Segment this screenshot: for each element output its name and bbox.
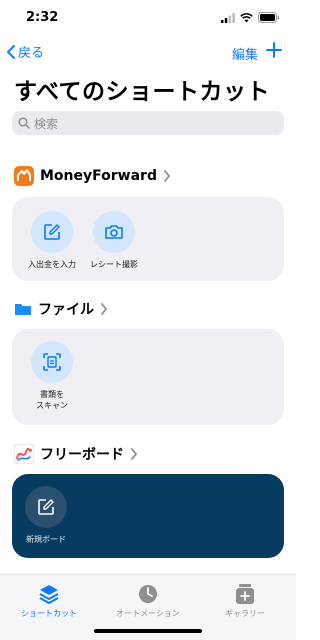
section-title: MoneyForward — [40, 168, 157, 184]
tab-label: ギャラリー — [225, 609, 265, 618]
tab-shortcuts[interactable]: ショートカット — [4, 583, 94, 619]
chevron-right-icon — [164, 170, 171, 182]
chevron-right-icon — [101, 303, 108, 315]
shortcut-card-moneyforward: 入出金を入力 レシート撮影 — [12, 197, 284, 281]
tile-label: 書類を スキャン — [36, 389, 68, 411]
chevron-right-icon — [131, 448, 138, 460]
section-header-files[interactable]: ファイル — [14, 299, 108, 319]
camera-icon — [105, 225, 123, 239]
tab-label: オートメーション — [116, 609, 180, 618]
wifi-icon — [240, 12, 253, 22]
battery-icon — [258, 12, 279, 23]
tile-label-line2: スキャン — [36, 401, 68, 410]
navigation-bar: 戻る 編集 — [0, 40, 296, 66]
status-time: 2:32 — [26, 10, 59, 25]
search-field[interactable]: 検索 — [12, 111, 284, 135]
tile-label: 入出金を入力 — [28, 260, 76, 269]
layers-icon — [39, 585, 59, 604]
moneyforward-app-icon — [14, 166, 34, 186]
shortcut-card-files: 書類を スキャン — [12, 329, 284, 425]
tile-icon-circle — [93, 211, 135, 253]
tab-label: ショートカット — [21, 609, 77, 618]
chevron-left-icon — [7, 44, 15, 59]
compose-icon — [38, 499, 54, 515]
freeform-app-icon — [14, 444, 34, 464]
document-scan-icon — [43, 353, 61, 371]
tile-icon-circle — [31, 341, 73, 383]
page-title: すべてのショートカット — [14, 79, 270, 105]
back-button[interactable]: 戻る — [6, 42, 44, 61]
status-bar: 2:32 — [0, 0, 296, 34]
shortcut-tile[interactable]: レシート撮影 — [82, 211, 146, 270]
cellular-signal-icon — [221, 12, 235, 23]
tile-label: 新規ボード — [26, 535, 66, 544]
tile-label: レシート撮影 — [90, 260, 138, 269]
section-header-freeform[interactable]: フリーボード — [14, 444, 138, 464]
tab-automation[interactable]: オートメーション — [103, 583, 193, 619]
clock-check-icon — [139, 585, 157, 603]
home-indicator — [94, 629, 202, 633]
section-title: フリーボード — [40, 447, 124, 463]
shortcut-tile[interactable]: 新規ボード — [14, 486, 78, 545]
tile-icon-circle — [31, 211, 73, 253]
shortcut-tile[interactable]: 書類を スキャン — [20, 341, 84, 411]
tile-label-line1: 書類を — [40, 390, 64, 399]
search-placeholder: 検索 — [34, 116, 59, 131]
shortcut-tile[interactable]: 入出金を入力 — [20, 211, 84, 270]
add-shortcut-button[interactable] — [266, 42, 282, 58]
edit-button[interactable]: 編集 — [232, 44, 258, 63]
gallery-plus-icon — [236, 584, 254, 604]
status-icons — [221, 12, 280, 23]
search-icon — [18, 117, 30, 129]
tab-gallery[interactable]: ギャラリー — [200, 583, 290, 619]
section-header-moneyforward[interactable]: MoneyForward — [14, 166, 171, 186]
tile-icon-circle — [25, 486, 67, 528]
compose-icon — [44, 224, 60, 240]
section-title: ファイル — [38, 302, 94, 318]
back-label: 戻る — [18, 46, 45, 61]
shortcut-card-freeform: 新規ボード — [12, 474, 284, 558]
folder-icon — [15, 304, 31, 315]
